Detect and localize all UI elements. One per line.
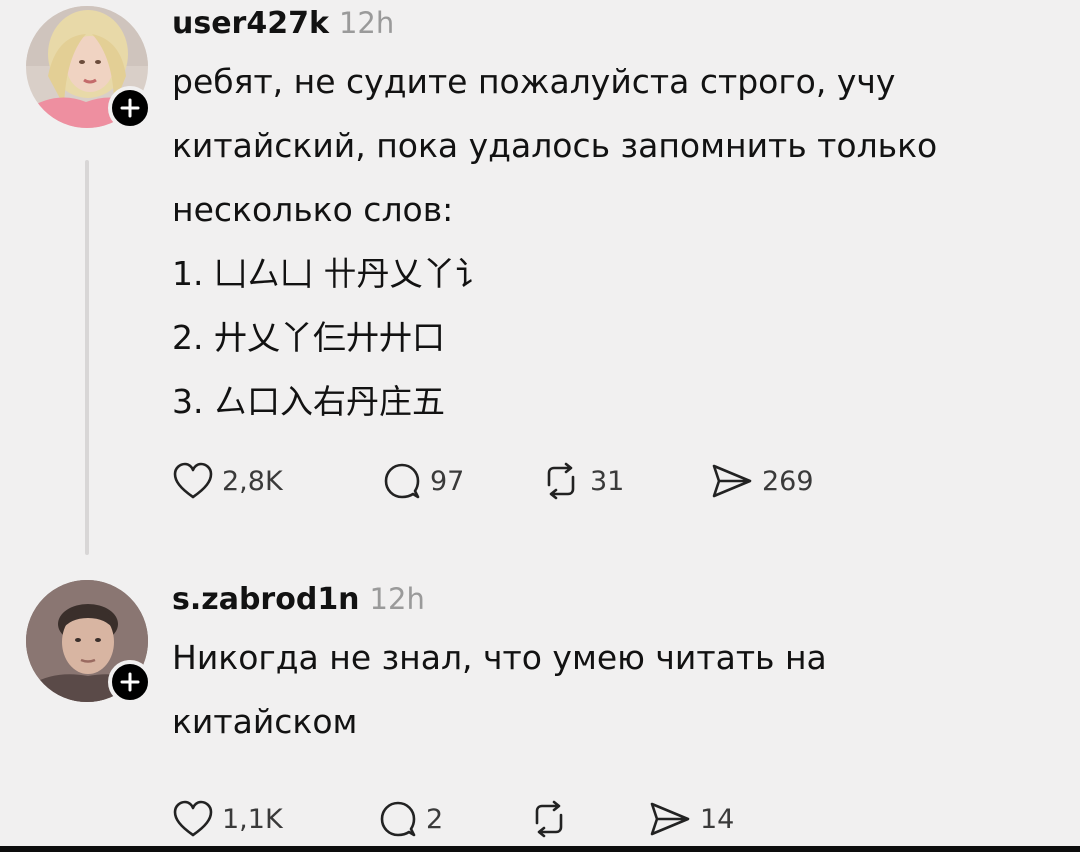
share-count: 269 [762,465,814,497]
post-content: s.zabrod1n 12h Никогда не знал, что умею… [172,576,1060,844]
follow-button[interactable] [108,660,152,704]
username[interactable]: s.zabrod1n [172,582,360,617]
post-text-line: 2. 廾乂丫仨廾廾口 [172,318,445,357]
post-text-line: несколько слов: [172,190,454,229]
reply-count: 97 [430,465,465,497]
post-header: user427k 12h [172,0,1060,46]
plus-icon [120,672,140,692]
speech-bubble-icon [380,801,416,837]
username[interactable]: user427k [172,6,329,41]
thread-connector-line [85,160,89,555]
thread-post: user427k 12h ребят, не судите пожалуйста… [0,0,1080,570]
post-text-line: Никогда не знал, что умею читать на [172,638,827,677]
avatar-container [26,6,152,130]
post-text: ребят, не судите пожалуйста строго, учу … [172,50,1060,434]
post-text-line: китайский, пока удалось запомнить только [172,126,938,165]
reply-button[interactable]: 97 [382,461,540,501]
like-button[interactable]: 2,8K [172,461,382,501]
post-text-line: 1. 凵厶凵 卄丹乂丫讠 [172,254,489,293]
send-icon [650,802,690,836]
repost-arrows-icon [535,800,563,838]
timestamp: 12h [338,6,395,40]
heart-icon [173,800,213,837]
repost-button[interactable]: 31 [540,461,710,501]
post-text-line: 3. 厶口入右丹庄五 [172,382,445,421]
repost-arrows-icon [547,462,575,500]
repost-count: 31 [590,465,625,497]
share-button[interactable]: 269 [710,461,814,501]
timestamp: 12h [369,582,425,616]
plus-icon [120,98,140,118]
repost-button[interactable] [528,799,648,839]
follow-button[interactable] [108,86,152,130]
post-header: s.zabrod1n 12h [172,576,1060,622]
reply-button[interactable]: 2 [378,799,528,839]
action-bar: 2,8K 97 31 269 [172,456,1060,506]
send-icon [712,464,752,498]
post-text-line: китайском [172,702,358,741]
heart-icon [173,462,213,499]
reply-count: 2 [426,803,444,835]
post-content: user427k 12h ребят, не судите пожалуйста… [172,0,1060,506]
bottom-edge-bar [0,846,1080,852]
speech-bubble-icon [384,463,420,499]
share-count: 14 [700,803,735,835]
thread-post: s.zabrod1n 12h Никогда не знал, что умею… [0,570,1080,852]
share-button[interactable]: 14 [648,799,734,839]
post-text: Никогда не знал, что умею читать на кита… [172,626,1060,754]
action-bar: 1,1K 2 14 [172,794,1060,844]
post-text-line: ребят, не судите пожалуйста строго, учу [172,62,896,101]
avatar-container [26,580,152,704]
like-count: 2,8K [222,465,283,497]
like-button[interactable]: 1,1K [172,799,378,839]
like-count: 1,1K [222,803,283,835]
